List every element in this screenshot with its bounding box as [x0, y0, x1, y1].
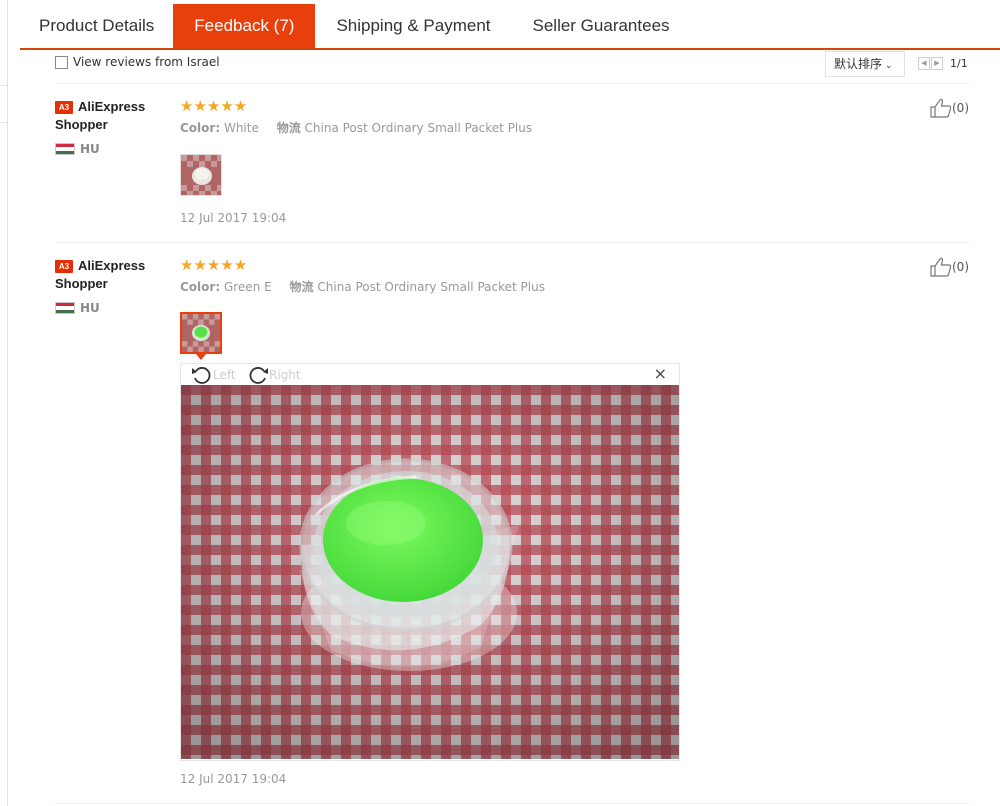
helpful-button[interactable]: (0)	[930, 98, 969, 118]
pagination: ◀ ▶ 1/1	[918, 57, 968, 70]
sort-label: 默认排序	[834, 57, 883, 71]
country-filter-label: View reviews from Israel	[73, 55, 220, 69]
divider	[55, 83, 970, 84]
reviewer: A3 AliExpress Shopper HU	[55, 257, 165, 315]
helpful-count: (0)	[952, 260, 969, 274]
color-value: White	[223, 121, 259, 135]
reviewer-country: HU	[80, 142, 100, 156]
order-info: Color: Green E 物流 China Post Ordinary Sm…	[180, 278, 545, 295]
color-value: Green E	[223, 280, 272, 294]
hungary-flag-icon	[55, 143, 75, 155]
review-date: 12 Jul 2017 19:04	[180, 211, 287, 225]
sort-dropdown[interactable]: 默认排序 ⌄	[825, 51, 905, 77]
buyer-level-badge: A3	[55, 260, 73, 274]
tab-feedback[interactable]: Feedback (7)	[173, 4, 316, 48]
tab-seller-guarantees[interactable]: Seller Guarantees	[512, 4, 689, 48]
rotate-right-label: Right	[269, 368, 301, 382]
tab-product-details[interactable]: Product Details	[20, 4, 173, 48]
reviewer-country: HU	[80, 301, 100, 315]
tab-shipping-payment[interactable]: Shipping & Payment	[315, 4, 511, 48]
star-rating: ★★★★★	[180, 97, 248, 115]
star-rating: ★★★★★	[180, 256, 248, 274]
country-filter-checkbox[interactable]	[55, 55, 68, 69]
review-photo-thumbnail[interactable]	[180, 154, 222, 196]
helpful-button[interactable]: (0)	[930, 257, 969, 277]
review-photo-large	[181, 385, 679, 759]
page-indicator: 1/1	[950, 57, 968, 70]
rotate-left-label: Left	[213, 368, 236, 382]
color-label: Color:	[180, 280, 221, 294]
hungary-flag-icon	[55, 302, 75, 314]
viewer-toolbar: Left Right ×	[181, 364, 679, 384]
rotate-right-icon	[249, 367, 268, 384]
country-filter: View reviews from Israel	[55, 55, 220, 69]
color-label: Color:	[180, 121, 221, 135]
shipping-label: 物流	[289, 280, 314, 294]
shipping-value: China Post Ordinary Small Packet Plus	[304, 121, 533, 135]
chevron-down-icon: ⌄	[885, 61, 893, 71]
tab-bar: Product Details Feedback (7) Shipping & …	[20, 4, 1000, 50]
thumbnail-pointer	[196, 354, 206, 360]
rotate-left-button[interactable]: Left	[191, 365, 236, 385]
next-page-icon[interactable]: ▶	[931, 57, 943, 70]
divider	[55, 803, 970, 804]
divider	[55, 242, 970, 243]
order-info: Color: White 物流 China Post Ordinary Smal…	[180, 119, 532, 136]
shipping-value: China Post Ordinary Small Packet Plus	[317, 280, 545, 294]
photo-viewer: Left Right ×	[180, 363, 680, 761]
helpful-count: (0)	[952, 101, 969, 115]
close-icon[interactable]: ×	[654, 364, 667, 383]
buyer-level-badge: A3	[55, 101, 73, 115]
rotate-right-button[interactable]: Right	[247, 365, 301, 385]
review-date: 12 Jul 2017 19:04	[180, 772, 287, 786]
thumbs-up-icon	[930, 257, 952, 277]
thumbs-up-icon	[930, 98, 952, 118]
rotate-left-icon	[192, 367, 211, 384]
review-photo-thumbnail[interactable]	[180, 312, 222, 354]
shipping-label: 物流	[276, 121, 301, 135]
prev-page-icon[interactable]: ◀	[918, 57, 930, 70]
left-panel-edge	[0, 0, 8, 806]
reviewer: A3 AliExpress Shopper HU	[55, 98, 165, 156]
